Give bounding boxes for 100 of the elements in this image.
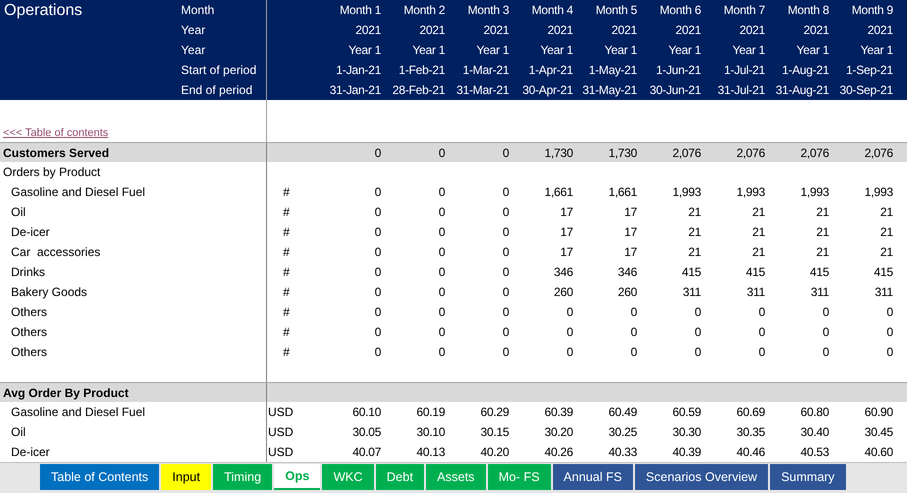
table-cell-text: 1,993	[671, 184, 702, 201]
table-cell-text: 1-Feb-21	[398, 62, 446, 79]
unit-label: #	[282, 205, 290, 219]
table-cell-text: 2021	[354, 22, 382, 39]
table-cell-text: 21	[687, 244, 702, 261]
table-cell-text: 21	[687, 224, 702, 241]
table-cell-text: 0	[374, 184, 382, 201]
table-cell-text: 311	[746, 284, 766, 301]
table-cell-text: Month 3	[466, 2, 510, 19]
sheet-tab[interactable]: Debt	[376, 464, 424, 490]
table-cell-text: 21	[687, 204, 702, 221]
table-cell-text: Year 1	[476, 42, 510, 59]
table-cell-text: 21	[815, 204, 830, 221]
table-cell-text: 1,661	[607, 184, 638, 201]
sheet-title: Operations	[4, 1, 82, 21]
row-label: Others	[10, 324, 48, 341]
table-cell-text: Year 1	[412, 42, 446, 59]
table-cell-text: 0	[502, 324, 510, 341]
row-label: Car accessories	[10, 244, 102, 261]
table-cell-text: 2,076	[735, 145, 766, 162]
table-cell-text: 30-Sep-21	[838, 82, 894, 99]
table-cell-text: 60.80	[799, 404, 830, 421]
table-cell-text: 2021	[738, 22, 766, 39]
table-cell-text: 0	[822, 304, 830, 321]
unit-label: #	[282, 285, 290, 299]
table-cell-text: 0	[438, 184, 446, 201]
table-cell-text: Year 1	[540, 42, 574, 59]
row-label: Gasoline and Diesel Fuel	[10, 404, 146, 421]
sheet-tab[interactable]: Mo- FS	[488, 464, 551, 490]
table-cell-text: 17	[623, 204, 638, 221]
table-cell-text: 1,993	[799, 184, 830, 201]
table-cell-text: 260	[552, 284, 574, 301]
table-cell-text: 60.49	[607, 404, 638, 421]
table-cell-text: Month 5	[594, 2, 638, 19]
table-cell-text: 260	[616, 284, 638, 301]
table-cell-text: 40.07	[351, 444, 382, 461]
section-label: Customers Served	[2, 145, 110, 162]
table-cell-text: 415	[744, 264, 766, 281]
table-cell-text: 0	[822, 324, 830, 341]
row-label: Drinks	[10, 264, 46, 281]
table-cell-text: 40.39	[671, 444, 702, 461]
table-cell-text: 0	[694, 304, 702, 321]
table-cell-text: 2021	[418, 22, 446, 39]
table-cell-text: 0	[438, 224, 446, 241]
unit-label: #	[282, 305, 290, 319]
sheet-tab[interactable]: Summary	[770, 464, 846, 490]
table-cell-text: 2021	[674, 22, 702, 39]
table-cell-text: Month 9	[850, 2, 894, 19]
table-cell-text: 0	[566, 344, 574, 361]
table-cell-text: 2021	[610, 22, 638, 39]
table-cell-text: 30.20	[543, 424, 574, 441]
unit-label: USD	[267, 445, 294, 459]
table-cell-text: 0	[694, 344, 702, 361]
table-cell-text: Month 4	[530, 2, 574, 19]
table-cell-text: 415	[680, 264, 702, 281]
row-label: Orders by Product	[2, 164, 102, 181]
table-of-contents-link[interactable]: <<< Table of contents	[3, 127, 108, 139]
table-cell-text: 17	[559, 244, 574, 261]
table-cell-text: 60.10	[351, 404, 382, 421]
sheet-tab[interactable]: Assets	[426, 464, 486, 490]
table-cell-text: 30.05	[351, 424, 382, 441]
table-cell-text: 0	[438, 284, 446, 301]
table-cell-text: 31-Mar-21	[455, 82, 510, 99]
table-cell-text: 415	[872, 264, 894, 281]
unit-label: #	[282, 225, 290, 239]
sheet-tab[interactable]: Ops	[274, 464, 320, 490]
sheet-tab[interactable]: Input	[161, 464, 212, 490]
table-cell-text: Year 1	[348, 42, 382, 59]
table-cell-text: Year 1	[796, 42, 830, 59]
table-cell-text: Year 1	[732, 42, 766, 59]
sheet-tab[interactable]: Annual FS	[552, 464, 633, 490]
sheet-tab[interactable]: Table of Contents	[40, 464, 160, 490]
sheet-tab[interactable]: WKC	[322, 464, 374, 490]
row-label: Others	[10, 344, 48, 361]
table-cell-text: 0	[374, 264, 382, 281]
table-cell-text: 30-Apr-21	[521, 82, 574, 99]
table-cell-text: Month 6	[658, 2, 702, 19]
table-cell-text: 2,076	[863, 145, 894, 162]
table-cell-text: 0	[374, 324, 382, 341]
table-cell-text: 0	[438, 145, 446, 162]
header-label: End of period	[180, 82, 254, 99]
table-cell-text: 0	[886, 304, 894, 321]
table-cell-text: Month 7	[722, 2, 766, 19]
sheet-tab[interactable]: Timing	[213, 464, 272, 490]
sheet-tab[interactable]: Scenarios Overview	[634, 464, 768, 490]
header-label: Month	[180, 2, 216, 19]
table-cell-text: Month 8	[786, 2, 830, 19]
row-label: Others	[10, 304, 48, 321]
table-cell-text: 40.53	[799, 444, 830, 461]
table-cell-text: 0	[374, 284, 382, 301]
table-cell-text: 60.59	[671, 404, 702, 421]
table-cell-text: 21	[751, 204, 766, 221]
table-cell-text: 0	[630, 344, 638, 361]
table-cell-text: 1,730	[607, 145, 638, 162]
table-cell-text: 346	[552, 264, 574, 281]
row-label: De-icer	[10, 444, 51, 461]
table-cell-text: 0	[822, 344, 830, 361]
table-cell-text: 0	[502, 344, 510, 361]
section-label: Avg Order By Product	[2, 385, 130, 402]
table-cell-text: 1-Sep-21	[845, 62, 894, 79]
